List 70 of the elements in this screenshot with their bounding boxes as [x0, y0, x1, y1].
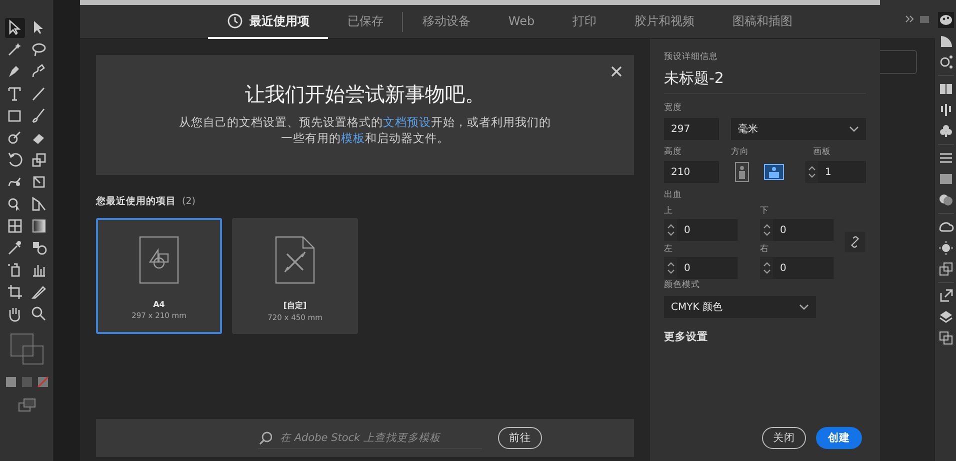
none-mode-icon[interactable]: [36, 376, 48, 388]
close-icon[interactable]: [610, 65, 623, 78]
field-label: 高度: [664, 146, 683, 158]
creative-cloud-icon[interactable]: [938, 219, 954, 235]
create-button[interactable]: 创建: [816, 427, 862, 449]
stepper-arrows-icon[interactable]: [763, 223, 771, 237]
bleed-field[interactable]: 0: [677, 219, 737, 241]
sun-icon[interactable]: [938, 240, 954, 256]
field-label: 颜色模式: [664, 279, 701, 291]
tab[interactable]: 打印: [554, 4, 616, 38]
stepper-arrows-icon[interactable]: [667, 261, 675, 275]
fill-mode-icon[interactable]: [4, 376, 16, 388]
layers-icon[interactable]: [938, 309, 954, 325]
color-mode-dropdown[interactable]: CMYK 颜色: [664, 296, 816, 318]
artboards-icon[interactable]: [938, 330, 954, 346]
stepper-arrows-icon[interactable]: [763, 261, 771, 275]
welcome-text: 从您自己的文档设置、预先设置格式的文档预设开始，或者利用我们的一些有用的模板和启动器文件。: [178, 114, 552, 146]
landscape-orientation-icon[interactable]: [763, 161, 785, 183]
field-label: 右: [760, 243, 770, 255]
width-field[interactable]: 297: [664, 118, 719, 140]
tab[interactable]: 最近使用项: [208, 4, 328, 38]
stroke-lines-icon[interactable]: [938, 150, 954, 166]
item-count: (2): [182, 196, 196, 207]
transform-icon[interactable]: [938, 261, 954, 277]
chevron-down-icon: [849, 126, 859, 132]
stepper-arrows-icon[interactable]: [808, 165, 816, 179]
field-label: 方向: [731, 146, 750, 158]
unit-dropdown[interactable]: 毫米: [731, 118, 866, 140]
height-field[interactable]: 210: [664, 161, 719, 183]
transparency-circles-icon[interactable]: [938, 192, 954, 208]
tab[interactable]: 移动设备: [403, 4, 490, 38]
document-shapes-icon: [139, 236, 179, 284]
field-label: 出血: [664, 189, 683, 201]
search-icon: [258, 430, 272, 444]
tab[interactable]: Web: [489, 6, 554, 37]
section-heading: 您最近使用的项目: [96, 195, 176, 208]
image-grid-icon[interactable]: [938, 81, 954, 97]
preset-name: [自定]: [283, 300, 307, 311]
stock-search-field[interactable]: 在 Adobe Stock 上查找更多模板: [258, 428, 482, 448]
field-label: 下: [760, 205, 770, 217]
field-label: 上: [664, 205, 674, 217]
tab[interactable]: 图稿和插图: [714, 4, 812, 38]
preset-name: A4: [153, 300, 165, 309]
tab[interactable]: 已保存: [328, 4, 402, 38]
field-label: 画板: [813, 146, 831, 158]
document-name-field[interactable]: 未标题-2: [664, 67, 866, 94]
bleed-field[interactable]: 0: [773, 257, 833, 279]
go-button[interactable]: 前往: [498, 427, 542, 449]
bleed-field[interactable]: 0: [773, 219, 833, 241]
stepper-arrows-icon[interactable]: [667, 223, 675, 237]
document-pencil-ruler-icon: [275, 236, 315, 284]
welcome-title: 让我们开始尝试新事物吧。: [245, 81, 485, 108]
club-icon[interactable]: [938, 123, 954, 139]
tab[interactable]: 胶片和视频: [616, 4, 714, 38]
link[interactable]: 模板: [341, 131, 365, 145]
panel-heading: 预设详细信息: [664, 51, 719, 63]
field-label: 宽度: [664, 102, 683, 114]
chevron-down-icon: [799, 304, 809, 310]
link[interactable]: 文档预设: [383, 115, 431, 129]
field-label: 左: [664, 243, 674, 255]
more-settings-link[interactable]: 更多设置: [664, 330, 866, 344]
export-icon[interactable]: [938, 288, 954, 304]
expand-chevrons-icon[interactable]: [905, 15, 914, 23]
panel-field[interactable]: [880, 50, 917, 74]
fill-stroke-swatch-icon[interactable]: [8, 332, 44, 366]
bleed-field[interactable]: 0: [677, 257, 737, 279]
clock-icon: [227, 13, 244, 29]
screen-mode-icon[interactable]: [18, 398, 36, 412]
artboards-field[interactable]: 1: [818, 161, 866, 183]
close-button[interactable]: 关闭: [762, 427, 806, 449]
